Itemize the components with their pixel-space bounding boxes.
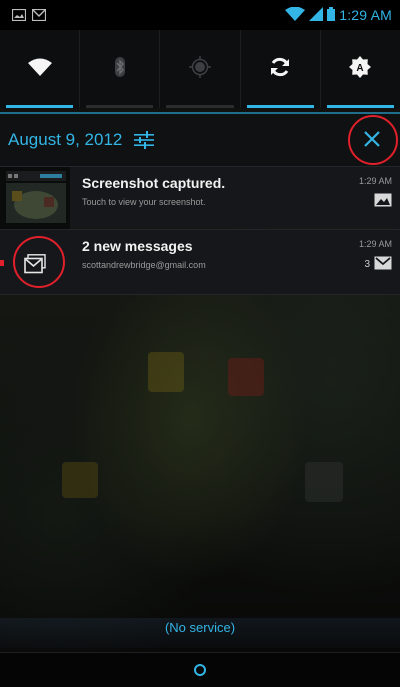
notification-shade-screen: 1:29 AM A August 9, 2012 Screenshot capt…	[0, 0, 400, 687]
tile-indicator	[326, 105, 395, 108]
notification-meta: 1:29 AM 3	[344, 230, 400, 294]
notification-type: 3	[344, 255, 392, 274]
sliders-icon[interactable]	[134, 131, 155, 149]
quick-tile-gps[interactable]	[160, 30, 241, 108]
highlight-marker	[0, 260, 4, 266]
shade-header: August 9, 2012	[0, 112, 400, 166]
status-bar: 1:29 AM	[0, 0, 400, 30]
notification-title: Screenshot captured.	[82, 175, 226, 191]
notification-app-icon	[0, 230, 70, 294]
handle-ring-icon	[194, 664, 206, 676]
tile-indicator	[86, 105, 154, 108]
gps-icon	[189, 56, 211, 82]
notification-time: 1:29 AM	[358, 176, 392, 186]
notification-time: 1:29 AM	[358, 239, 392, 249]
tile-indicator	[166, 105, 234, 108]
ghost-app-icon	[148, 352, 184, 392]
wifi-icon	[285, 6, 306, 25]
notification-meta: 1:29 AM	[344, 167, 400, 228]
brightness-auto-icon: A	[348, 55, 372, 83]
tile-indicator	[6, 105, 74, 108]
date-label: August 9, 2012	[8, 130, 123, 149]
gmail-icon	[374, 255, 392, 274]
shade-handle[interactable]	[0, 652, 400, 687]
notification-subtitle: scottandrewbridge@gmail.com	[82, 260, 206, 270]
signal-icon	[309, 6, 324, 25]
tile-indicator	[246, 105, 314, 108]
svg-text:A: A	[357, 63, 364, 74]
notification-screenshot[interactable]: Screenshot captured. Touch to view your …	[0, 166, 400, 229]
clear-all-button[interactable]	[354, 123, 390, 159]
status-indicators: 1:29 AM	[285, 6, 392, 25]
shade-divider	[0, 294, 400, 295]
screenshot-thumbnail	[0, 167, 70, 229]
quick-tile-wifi[interactable]	[0, 30, 81, 108]
ghost-app-icon	[62, 462, 98, 498]
notification-content: 2 new messages scottandrewbridge@gmail.c…	[70, 230, 344, 294]
notification-type	[344, 192, 392, 211]
status-clock: 1:29 AM	[339, 7, 392, 23]
notification-title: 2 new messages	[82, 238, 193, 254]
sync-icon	[268, 55, 292, 83]
message-count: 3	[364, 259, 370, 270]
quick-settings-row: A	[0, 30, 400, 108]
quick-tile-brightness[interactable]: A	[321, 30, 400, 108]
ghost-app-icon	[305, 462, 343, 502]
wifi-icon	[27, 57, 53, 81]
close-icon	[363, 130, 381, 152]
battery-icon	[327, 6, 336, 25]
gmail-icon	[31, 6, 47, 25]
ghost-app-icon	[228, 358, 264, 396]
quick-tile-bluetooth[interactable]	[80, 30, 161, 108]
quick-tile-sync[interactable]	[241, 30, 321, 108]
service-status: (No service)	[164, 620, 236, 635]
screenshot-icon	[11, 6, 27, 25]
notification-messages[interactable]: 2 new messages scottandrewbridge@gmail.c…	[0, 229, 400, 294]
gmail-icon	[24, 254, 46, 278]
notification-subtitle: Touch to view your screenshot.	[82, 197, 206, 207]
notification-content: Screenshot captured. Touch to view your …	[70, 167, 344, 228]
image-icon	[374, 192, 392, 211]
bluetooth-icon	[113, 56, 127, 82]
